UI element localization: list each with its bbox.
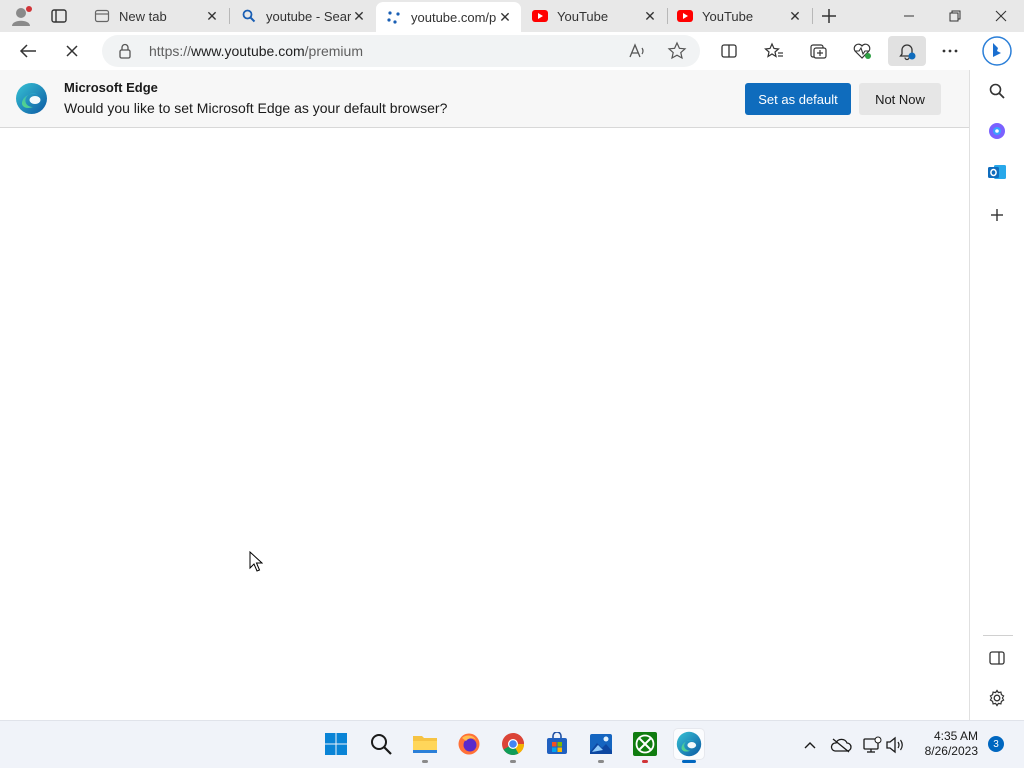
read-aloud-icon[interactable]	[627, 41, 647, 61]
set-as-default-button[interactable]: Set as default	[745, 83, 851, 115]
tab-actions-icon[interactable]	[50, 8, 68, 24]
network-icon[interactable]	[862, 735, 882, 755]
firefox-icon[interactable]	[454, 729, 484, 759]
restore-button[interactable]	[932, 0, 978, 32]
photos-icon[interactable]	[586, 729, 616, 763]
split-screen-icon[interactable]	[715, 38, 743, 64]
youtube-icon	[532, 8, 548, 24]
url-scheme: https://	[149, 43, 192, 59]
browser-toolbar: https://www.youtube.com/premium	[0, 32, 1024, 70]
sidebar-search-icon[interactable]	[985, 79, 1009, 103]
default-browser-infobar: Microsoft Edge Would you like to set Mic…	[0, 70, 969, 128]
tab-title: YouTube	[557, 8, 609, 24]
page-content[interactable]	[0, 128, 969, 720]
notification-count-badge[interactable]: 3	[988, 736, 1004, 752]
sidebar-settings-icon[interactable]	[985, 686, 1009, 710]
onedrive-offline-icon[interactable]	[830, 735, 852, 755]
youtube-icon	[677, 8, 693, 24]
close-icon[interactable]: ✕	[642, 8, 658, 24]
lock-icon[interactable]	[118, 43, 132, 59]
file-explorer-icon[interactable]	[410, 729, 440, 763]
close-icon[interactable]: ✕	[787, 8, 803, 24]
tab-strip: New tab ✕ youtube - Search ✕ youtube.com…	[0, 0, 1024, 32]
edge-logo-icon	[15, 82, 48, 115]
start-button[interactable]	[321, 729, 351, 759]
url-path: /premium	[304, 43, 363, 59]
tab-title: YouTube	[702, 8, 754, 24]
tab-title: New tab	[119, 8, 167, 24]
search-icon	[241, 8, 257, 24]
running-indicator	[682, 760, 696, 763]
bing-copilot-icon[interactable]	[980, 34, 1014, 68]
clock-date: 8/26/2023	[924, 744, 978, 758]
clock-time: 4:35 AM	[933, 729, 978, 743]
close-icon[interactable]: ✕	[204, 8, 220, 24]
not-now-button[interactable]: Not Now	[859, 83, 941, 115]
sidebar-divider	[983, 635, 1013, 636]
running-indicator	[422, 760, 428, 763]
collections-icon[interactable]	[804, 38, 832, 64]
stop-loading-button[interactable]	[58, 38, 86, 64]
microsoft-store-icon[interactable]	[542, 729, 572, 759]
tab-separator	[229, 8, 230, 24]
taskbar-search-icon[interactable]	[366, 729, 396, 759]
tab-separator	[812, 8, 813, 24]
minimize-button[interactable]	[886, 0, 932, 32]
browser-essentials-icon[interactable]	[848, 38, 876, 64]
xbox-icon[interactable]	[630, 729, 660, 763]
mouse-cursor-icon	[249, 550, 264, 573]
more-options-icon[interactable]	[936, 38, 964, 64]
hide-sidebar-icon[interactable]	[985, 646, 1009, 670]
sidebar-copilot-icon[interactable]	[985, 119, 1009, 143]
infobar-message: Would you like to set Microsoft Edge as …	[64, 100, 448, 116]
taskbar-clock[interactable]: 4:35 AM 8/26/2023	[916, 729, 978, 759]
running-indicator	[510, 760, 516, 763]
back-button[interactable]	[14, 38, 42, 64]
running-indicator	[598, 760, 604, 763]
sidebar-add-icon[interactable]	[985, 203, 1009, 227]
chrome-icon[interactable]	[498, 729, 528, 763]
close-window-button[interactable]	[978, 0, 1024, 32]
tab-youtube-search[interactable]: youtube - Search ✕	[231, 0, 375, 32]
edge-taskbar-icon[interactable]	[674, 729, 704, 763]
edge-sidebar	[969, 70, 1024, 720]
show-hidden-icons-chevron-icon[interactable]	[800, 735, 820, 755]
tab-new-tab[interactable]: New tab ✕	[84, 0, 228, 32]
sidebar-outlook-icon[interactable]	[985, 160, 1009, 184]
favorite-star-icon[interactable]	[667, 41, 687, 61]
loading-icon	[386, 9, 402, 25]
close-icon[interactable]: ✕	[497, 9, 513, 25]
tab-youtube-premium[interactable]: youtube.com/premium ✕	[376, 2, 521, 32]
new-tab-button[interactable]	[818, 6, 840, 26]
close-icon[interactable]: ✕	[351, 8, 367, 24]
running-indicator	[642, 760, 648, 763]
address-bar[interactable]: https://www.youtube.com/premium	[102, 35, 700, 67]
tab-youtube-1[interactable]: YouTube ✕	[522, 0, 666, 32]
newtab-icon	[94, 8, 110, 24]
favorites-icon[interactable]	[760, 38, 788, 64]
url-text: https://www.youtube.com/premium	[149, 43, 363, 59]
url-host: www.youtube.com	[191, 43, 305, 59]
volume-icon[interactable]	[885, 735, 905, 755]
tab-title: youtube.com/premium	[411, 9, 497, 25]
profile-icon[interactable]	[10, 5, 34, 27]
notifications-icon[interactable]	[888, 36, 926, 66]
infobar-title: Microsoft Edge	[64, 80, 158, 95]
tab-title: youtube - Search	[266, 8, 351, 24]
windows-taskbar: 4:35 AM 8/26/2023 3	[0, 720, 1024, 768]
tab-youtube-2[interactable]: YouTube ✕	[667, 0, 811, 32]
